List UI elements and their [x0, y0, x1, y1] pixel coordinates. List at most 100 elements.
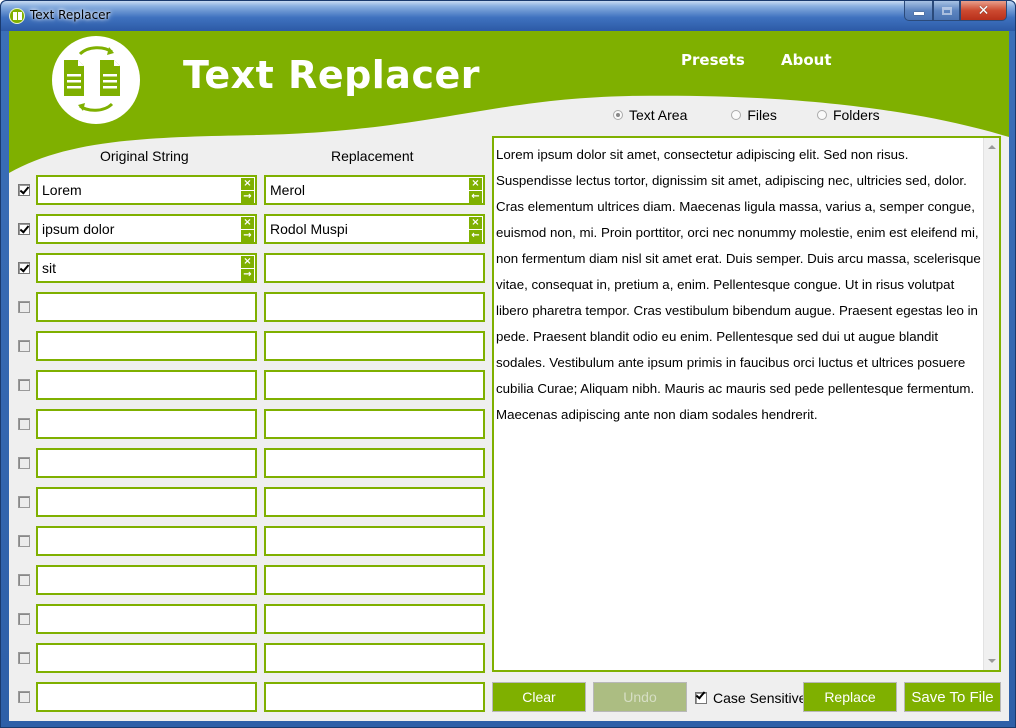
original-string-input[interactable]	[36, 331, 257, 361]
input-value: Merol	[270, 182, 306, 198]
row-enable-checkbox[interactable]	[18, 184, 30, 196]
replacement-input[interactable]	[264, 409, 485, 439]
scroll-up-icon[interactable]	[988, 145, 996, 149]
minimize-icon	[913, 11, 924, 15]
maximize-icon	[941, 6, 952, 15]
undo-button[interactable]: Undo	[593, 682, 687, 712]
row-enable-checkbox[interactable]	[18, 223, 30, 235]
original-string-input[interactable]	[36, 448, 257, 478]
close-button[interactable]: ✕	[960, 1, 1007, 21]
row-enable-checkbox[interactable]	[18, 262, 30, 274]
replacement-row: ipsum dolor × → Rodol Muspi × ←	[9, 214, 489, 244]
row-enable-checkbox[interactable]	[18, 301, 30, 313]
mode-label: Files	[747, 107, 777, 123]
case-sensitive-label: Case Sensitive	[713, 690, 807, 706]
mode-files-radio[interactable]: Files	[731, 107, 777, 123]
row-enable-checkbox[interactable]	[18, 496, 30, 508]
replacement-input[interactable]: Merol × ←	[264, 175, 485, 205]
text-area-content[interactable]: Lorem ipsum dolor sit amet, consectetur …	[496, 142, 981, 428]
row-enable-checkbox[interactable]	[18, 457, 30, 469]
arrow-left-icon[interactable]: ←	[469, 191, 482, 203]
arrow-right-icon[interactable]: →	[241, 230, 254, 242]
replacement-input[interactable]	[264, 292, 485, 322]
row-enable-checkbox[interactable]	[18, 418, 30, 430]
window-controls: ✕	[904, 1, 1007, 21]
original-string-input[interactable]	[36, 604, 257, 634]
arrow-right-icon[interactable]: →	[241, 191, 254, 203]
original-string-input[interactable]: ipsum dolor × →	[36, 214, 257, 244]
radio-icon	[816, 110, 827, 120]
row-enable-checkbox[interactable]	[18, 379, 30, 391]
replacement-header: Replacement	[331, 148, 414, 164]
replacement-input[interactable]	[264, 370, 485, 400]
row-enable-checkbox[interactable]	[18, 535, 30, 547]
original-string-input[interactable]	[36, 409, 257, 439]
app-title: Text Replacer	[183, 53, 480, 97]
clear-field-icon[interactable]: ×	[241, 178, 254, 190]
replacement-input[interactable]	[264, 253, 485, 283]
mode-selector: Text Area Files Folders	[613, 107, 916, 123]
original-string-input[interactable]: sit × →	[36, 253, 257, 283]
replacement-row	[9, 643, 489, 673]
replacement-row	[9, 565, 489, 595]
replacement-row	[9, 292, 489, 322]
original-string-input[interactable]	[36, 370, 257, 400]
app-window: Text Replacer ✕ Text Replacer Presets Ab…	[0, 0, 1016, 728]
about-link[interactable]: About	[781, 51, 832, 69]
close-icon: ✕	[977, 2, 990, 19]
clear-field-icon[interactable]: ×	[469, 217, 482, 229]
original-string-input[interactable]	[36, 643, 257, 673]
replacement-input[interactable]	[264, 682, 485, 712]
row-enable-checkbox[interactable]	[18, 340, 30, 352]
clear-field-icon[interactable]: ×	[469, 178, 482, 190]
original-string-input[interactable]	[36, 292, 257, 322]
checkbox-checked-icon[interactable]	[695, 692, 707, 704]
title-bar[interactable]: Text Replacer ✕	[1, 1, 1015, 31]
input-value: Lorem	[42, 182, 82, 198]
clear-button[interactable]: Clear	[492, 682, 586, 712]
original-string-input[interactable]	[36, 487, 257, 517]
minimize-button[interactable]	[904, 1, 933, 21]
row-enable-checkbox[interactable]	[18, 691, 30, 703]
input-value: sit	[42, 260, 56, 276]
app-icon	[9, 8, 25, 24]
replacement-row	[9, 682, 489, 712]
replacement-row: sit × →	[9, 253, 489, 283]
original-string-input[interactable]: Lorem × →	[36, 175, 257, 205]
mode-text-area-radio[interactable]: Text Area	[613, 107, 687, 123]
row-enable-checkbox[interactable]	[18, 613, 30, 625]
replacement-input[interactable]	[264, 604, 485, 634]
row-enable-checkbox[interactable]	[18, 574, 30, 586]
save-to-file-button[interactable]: Save To File	[904, 682, 1001, 712]
replacement-row	[9, 409, 489, 439]
replacement-row: Lorem × → Merol × ←	[9, 175, 489, 205]
arrow-right-icon[interactable]: →	[241, 269, 254, 281]
replacement-input[interactable]	[264, 487, 485, 517]
replacement-input[interactable]	[264, 526, 485, 556]
replacement-input[interactable]	[264, 643, 485, 673]
vertical-scrollbar[interactable]	[983, 138, 999, 670]
replacement-row	[9, 448, 489, 478]
maximize-button[interactable]	[933, 1, 960, 21]
replacement-input[interactable]	[264, 565, 485, 595]
clear-field-icon[interactable]: ×	[241, 217, 254, 229]
original-string-input[interactable]	[36, 682, 257, 712]
replace-button[interactable]: Replace	[803, 682, 897, 712]
replacement-input[interactable]: Rodol Muspi × ←	[264, 214, 485, 244]
input-value: ipsum dolor	[42, 221, 115, 237]
clear-field-icon[interactable]: ×	[241, 256, 254, 268]
text-area[interactable]: Lorem ipsum dolor sit amet, consectetur …	[492, 136, 1001, 672]
presets-link[interactable]: Presets	[681, 51, 745, 69]
row-enable-checkbox[interactable]	[18, 652, 30, 664]
arrow-left-icon[interactable]: ←	[469, 230, 482, 242]
client-area: Text Replacer Presets About Text Area Fi…	[9, 31, 1009, 721]
original-string-input[interactable]	[36, 526, 257, 556]
mode-folders-radio[interactable]: Folders	[816, 107, 880, 123]
case-sensitive-checkbox[interactable]: Case Sensitive	[695, 690, 806, 706]
replacement-input[interactable]	[264, 331, 485, 361]
radio-icon	[731, 110, 742, 120]
document-swap-icon	[64, 46, 120, 112]
original-string-input[interactable]	[36, 565, 257, 595]
scroll-down-icon[interactable]	[988, 659, 996, 663]
replacement-input[interactable]	[264, 448, 485, 478]
